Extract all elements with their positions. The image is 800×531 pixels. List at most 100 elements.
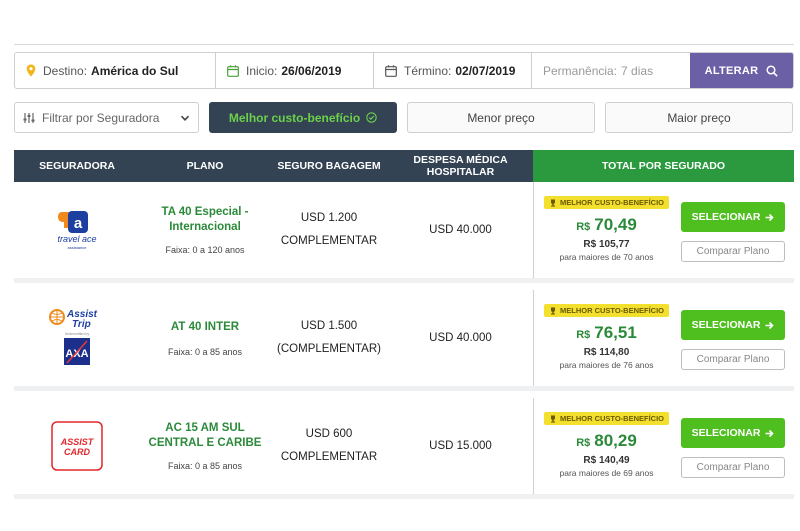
select-plan-button[interactable]: SELECIONAR [681, 418, 785, 448]
plan-name-line2: Internacional [169, 221, 241, 233]
alterar-button[interactable]: ALTERAR [690, 53, 793, 88]
price-older-age: R$ 114,80 [583, 347, 630, 358]
baggage-type: COMPLEMENTAR [280, 451, 378, 463]
sort-filter-row: Filtrar por Seguradora Melhor custo-bene… [14, 102, 794, 133]
price-amount: 70,49 [594, 215, 637, 234]
inicio-field[interactable]: Inicio: 26/06/2019 [216, 53, 374, 88]
sort-highest-price-label: Maior preço [667, 110, 731, 125]
svg-text:AXA: AXA [65, 348, 88, 360]
price-currency: R$ [576, 437, 591, 449]
plan-cell: AC 15 AM SUL CENTRAL E CARIBE Faixa: 0 a… [140, 398, 270, 494]
travel-ace-logo-text: travel ace [57, 234, 96, 244]
price-older-age: R$ 105,77 [583, 239, 630, 250]
baggage-cell: USD 600 COMPLEMENTAR [270, 398, 388, 494]
baggage-amount: USD 600 [305, 428, 353, 440]
price: R$ 76,51 [576, 323, 637, 343]
arrow-right-icon [765, 429, 775, 437]
plan-name-line2: CENTRAL E CARIBE [148, 437, 262, 449]
medical-amount: USD 15.000 [429, 440, 492, 452]
insurer-logo-cell: ASSIST CARD [14, 398, 140, 494]
select-plan-button[interactable]: SELECIONAR [681, 202, 785, 232]
baggage-cell: USD 1.500 (COMPLEMENTAR) [270, 290, 388, 386]
best-value-badge-label: MELHOR CUSTO-BENEFÍCIO [559, 414, 665, 423]
medical-amount: USD 40.000 [429, 224, 492, 236]
total-cell: MELHOR CUSTO-BENEFÍCIO R$ 70,49 R$ 105,7… [533, 182, 794, 278]
age-range: Faixa: 0 a 85 anos [167, 461, 243, 471]
trophy-icon [550, 307, 555, 314]
sort-lowest-price-button[interactable]: Menor preço [407, 102, 595, 133]
medical-cell: USD 40.000 [388, 290, 533, 386]
price-older-age-note: para maiores de 69 anos [559, 468, 654, 478]
baggage-type: COMPLEMENTAR [280, 235, 378, 247]
compare-plan-button[interactable]: Comparar Plano [681, 241, 785, 262]
svg-text:Underwritten by: Underwritten by [65, 332, 90, 336]
destino-label: Destino: [43, 63, 88, 78]
termino-field[interactable]: Término: 02/07/2019 [374, 53, 532, 88]
price-block: MELHOR CUSTO-BENEFÍCIO R$ 76,51 R$ 114,8… [543, 304, 670, 370]
search-icon [766, 64, 779, 77]
total-cell: MELHOR CUSTO-BENEFÍCIO R$ 76,51 R$ 114,8… [533, 290, 794, 386]
destino-value: América do Sul [91, 63, 179, 78]
price-older-age-note: para maiores de 70 anos [559, 252, 654, 262]
table-row: ASSIST CARD AC 15 AM SUL CENTRAL E CARIB… [14, 398, 794, 499]
arrow-right-icon [765, 321, 775, 329]
insurer-logo-cell: a travel ace assistance [14, 182, 140, 278]
seguradora-filter-select[interactable]: Filtrar por Seguradora [14, 102, 199, 133]
alterar-label: ALTERAR [704, 64, 759, 77]
insurer-logo-cell: Assist Trip Underwritten by AXA [14, 290, 140, 386]
termino-value: 02/07/2019 [455, 63, 516, 78]
age-range: Faixa: 0 a 120 anos [165, 245, 245, 255]
baggage-type: (COMPLEMENTAR) [277, 343, 381, 355]
header-bagagem: SEGURO BAGAGEM [277, 160, 381, 172]
header-plano: PLANO [186, 160, 224, 172]
select-plan-label: SELECIONAR [691, 319, 761, 331]
compare-plan-button[interactable]: Comparar Plano [681, 349, 785, 370]
baggage-cell: USD 1.200 COMPLEMENTAR [270, 182, 388, 278]
sort-lowest-price-label: Menor preço [467, 110, 535, 125]
medical-cell: USD 40.000 [388, 182, 533, 278]
sliders-icon [23, 112, 35, 124]
termino-label: Término: [404, 63, 452, 78]
baggage-amount: USD 1.200 [300, 212, 358, 224]
inicio-label: Inicio: [246, 63, 278, 78]
best-value-badge: MELHOR CUSTO-BENEFÍCIO [543, 304, 670, 317]
top-divider [14, 44, 794, 45]
price-block: MELHOR CUSTO-BENEFÍCIO R$ 70,49 R$ 105,7… [543, 196, 670, 262]
price-amount: 76,51 [594, 323, 637, 342]
sort-best-value-label: Melhor custo-benefício [228, 110, 361, 125]
calendar-icon [385, 64, 397, 77]
plan-cell: TA 40 Especial - Internacional Faixa: 0 … [140, 182, 270, 278]
best-value-badge-label: MELHOR CUSTO-BENEFÍCIO [559, 306, 665, 315]
header-total: TOTAL POR SEGURADO [533, 150, 794, 182]
inicio-value: 26/06/2019 [281, 63, 342, 78]
plan-name-line1: AC 15 AM SUL [165, 422, 245, 434]
age-range: Faixa: 0 a 85 anos [167, 346, 243, 357]
price-currency: R$ [576, 221, 591, 233]
permanencia-value: 7 dias [621, 63, 654, 78]
baggage-amount: USD 1.500 [300, 320, 358, 332]
price-older-age-note: para maiores de 76 anos [559, 360, 654, 370]
assist-trip-logo: Assist Trip Underwritten by AXA [49, 309, 98, 365]
travel-ace-logo: a travel ace assistance [57, 211, 97, 250]
svg-text:a: a [74, 215, 83, 232]
select-plan-button[interactable]: SELECIONAR [681, 310, 785, 340]
plan-name-line1: TA 40 Especial - [161, 206, 249, 218]
table-row: a travel ace assistance TA 40 Especial -… [14, 182, 794, 283]
header-seguradora: SEGURADORA [39, 160, 115, 172]
sort-highest-price-button[interactable]: Maior preço [605, 102, 793, 133]
medical-cell: USD 15.000 [388, 398, 533, 494]
permanencia-field: Permanência: 7 dias [532, 53, 690, 88]
plan-cell: AT 40 INTER Faixa: 0 a 85 anos [140, 290, 270, 386]
select-plan-label: SELECIONAR [691, 211, 761, 223]
price: R$ 70,49 [576, 215, 637, 235]
compare-plan-button[interactable]: Comparar Plano [681, 457, 785, 478]
chevron-down-icon [180, 112, 190, 126]
assist-card-logo: ASSIST CARD [51, 421, 103, 471]
sort-best-value-button[interactable]: Melhor custo-benefício [209, 102, 397, 133]
destino-field[interactable]: Destino: América do Sul [15, 53, 216, 88]
trophy-icon [550, 415, 555, 422]
assist-card-logo-text: ASSIST [60, 437, 95, 447]
best-value-badge-label: MELHOR CUSTO-BENEFÍCIO [559, 198, 665, 207]
price: R$ 80,29 [576, 431, 637, 451]
price-currency: R$ [576, 329, 591, 341]
